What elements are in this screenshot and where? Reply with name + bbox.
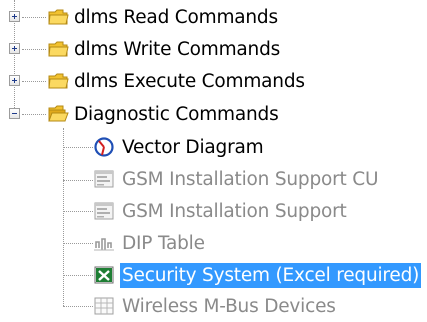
- tree-node-label: Diagnostic Commands: [74, 104, 279, 125]
- tree-node-dlms-read-commands[interactable]: dlms Read Commands: [0, 2, 427, 33]
- tree-node-label: GSM Installation Support CU: [122, 169, 379, 190]
- form-icon: [94, 202, 114, 220]
- tree-node-label: Wireless M-Bus Devices: [122, 296, 336, 317]
- tree-node-gsm-installation-support-cu[interactable]: GSM Installation Support CU: [0, 164, 427, 195]
- folder-icon: [48, 41, 69, 57]
- expand-toggle[interactable]: [9, 75, 20, 86]
- vector-diagram-icon: [94, 137, 114, 157]
- folder-icon: [48, 73, 69, 89]
- form-icon: [94, 170, 114, 188]
- collapse-toggle[interactable]: [9, 108, 20, 119]
- tree-node-diagnostic-commands[interactable]: Diagnostic Commands: [0, 99, 427, 130]
- grid-icon: [94, 297, 114, 315]
- open-folder-icon: [48, 105, 69, 122]
- expand-toggle[interactable]: [9, 43, 20, 54]
- dip-table-icon: [94, 238, 114, 251]
- tree-node-gsm-installation-support[interactable]: GSM Installation Support: [0, 196, 427, 227]
- tree-node-label: GSM Installation Support: [122, 201, 347, 222]
- tree-node-label: Security System (Excel required): [120, 263, 422, 288]
- tree-node-dlms-write-commands[interactable]: dlms Write Commands: [0, 34, 427, 65]
- tree-node-security-system[interactable]: Security System (Excel required): [0, 260, 427, 291]
- tree-node-dlms-execute-commands[interactable]: dlms Execute Commands: [0, 66, 427, 97]
- expand-toggle[interactable]: [9, 11, 20, 22]
- tree-node-label: dlms Read Commands: [74, 7, 278, 28]
- tree-node-label: DIP Table: [122, 233, 205, 254]
- tree-node-dip-table[interactable]: DIP Table: [0, 228, 427, 259]
- command-tree: dlms Read Commands dlms Write Commands d…: [0, 0, 427, 321]
- folder-icon: [48, 9, 69, 25]
- tree-node-label: dlms Write Commands: [74, 39, 281, 60]
- tree-node-vector-diagram[interactable]: Vector Diagram: [0, 132, 427, 163]
- tree-node-label: Vector Diagram: [122, 137, 264, 158]
- tree-node-label: dlms Execute Commands: [74, 71, 305, 92]
- tree-node-wireless-m-bus-devices[interactable]: Wireless M-Bus Devices: [0, 291, 427, 322]
- excel-icon: [94, 266, 114, 284]
